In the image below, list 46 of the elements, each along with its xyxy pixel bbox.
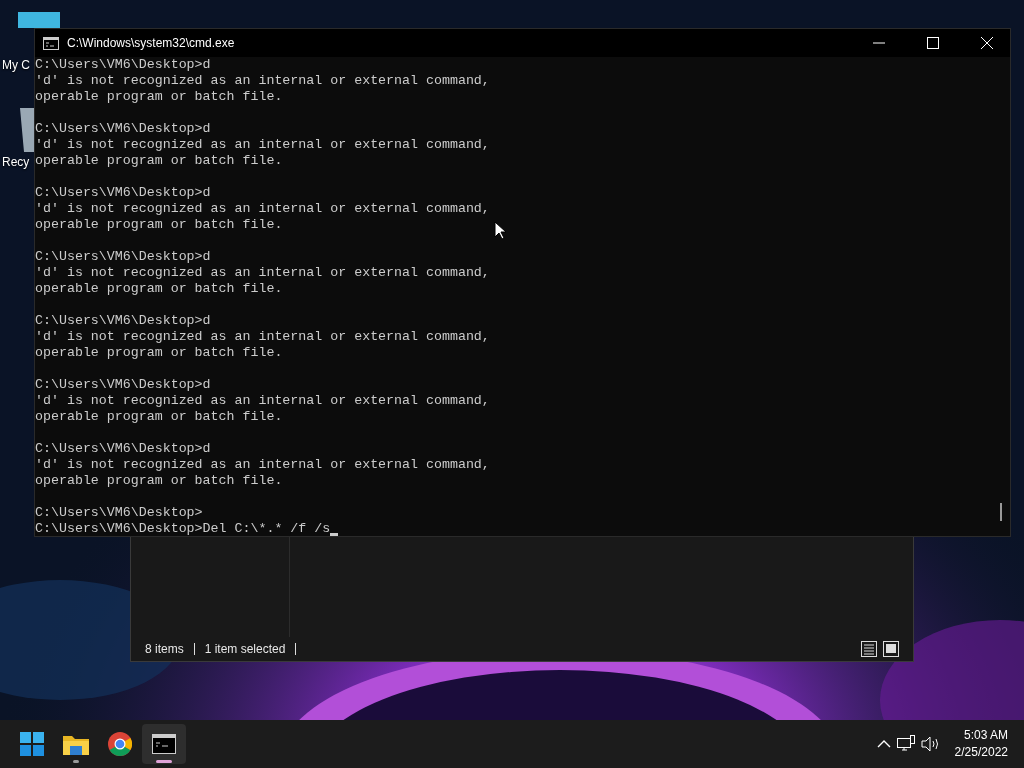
desktop-icon-label[interactable]: My C [2,58,30,72]
clock-time[interactable]: 5:03 AM [963,727,1008,744]
console-line: 'd' is not recognized as an internal or external command, [35,329,490,345]
console-line: C:\Users\VM6\Desktop>Del C:\*.* /f /s [35,521,331,537]
chevron-up-icon[interactable] [876,739,891,749]
console-line: C:\Users\VM6\Desktop>d [35,185,211,201]
scrollbar-thumb[interactable] [1000,503,1002,521]
console-line: 'd' is not recognized as an internal or external command, [35,73,490,89]
console-line: 'd' is not recognized as an internal or external command, [35,265,490,281]
terminal-icon [152,734,176,754]
console-line: C:\Users\VM6\Desktop>d [35,249,211,265]
console-line: operable program or batch file. [35,281,283,297]
terminal-icon [43,36,59,50]
thumbnail-view-icon[interactable] [883,641,899,657]
details-view-icon[interactable] [861,641,877,657]
console-line: operable program or batch file. [35,345,283,361]
maximize-icon [927,37,939,49]
selection-status: 1 item selected [204,642,286,656]
close-icon [981,37,993,49]
console-line: operable program or batch file. [35,217,283,233]
console-line: operable program or batch file. [35,153,283,169]
item-count: 8 items [145,642,184,656]
network-icon[interactable] [896,735,915,753]
clock-date[interactable]: 2/25/2022 [954,744,1008,761]
console-line: C:\Users\VM6\Desktop>d [35,57,211,73]
taskbar-button[interactable] [142,724,186,764]
desktop-icon-label[interactable]: Recy [2,155,30,169]
speaker-icon[interactable] [920,736,941,752]
pointer-icon [494,221,506,240]
windows-logo-icon [20,732,44,756]
console-line: 'd' is not recognized as an internal or external command, [35,457,490,473]
folder-icon [63,733,89,755]
console-line: C:\Users\VM6\Desktop>d [35,377,211,393]
console-line: operable program or batch file. [35,89,283,105]
console-line: C:\Users\VM6\Desktop>d [35,313,211,329]
chrome-icon [108,732,132,756]
console-line: 'd' is not recognized as an internal or external command, [35,137,490,153]
window-title: C:\Windows\system32\cmd.exe [67,36,236,50]
console-line: operable program or batch file. [35,473,283,489]
console-line: C:\Users\VM6\Desktop> [35,505,203,521]
text-cursor [330,533,339,536]
console-line: C:\Users\VM6\Desktop>d [35,121,211,137]
console-line: 'd' is not recognized as an internal or external command, [35,393,490,409]
console-line: C:\Users\VM6\Desktop>d [35,441,211,457]
console-line: operable program or batch file. [35,409,283,425]
console-line: 'd' is not recognized as an internal or external command, [35,201,490,217]
